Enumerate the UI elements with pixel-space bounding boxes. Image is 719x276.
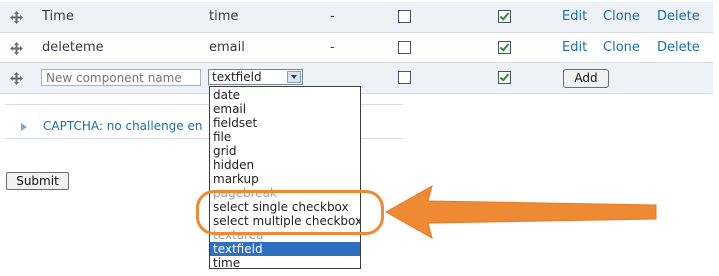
dropdown-option-selected[interactable]: textfield xyxy=(210,242,360,256)
component-type: time xyxy=(209,9,239,24)
captcha-fieldset-legend[interactable]: CAPTCHA: no challenge en xyxy=(43,119,203,133)
clone-link[interactable]: Clone xyxy=(603,33,640,63)
annotation-arrow-icon xyxy=(384,184,657,240)
email-checkbox[interactable] xyxy=(498,10,511,23)
component-type-select-value: textfield xyxy=(212,70,262,84)
component-type: email xyxy=(209,40,245,55)
component-name: Time xyxy=(42,9,74,24)
clone-link[interactable]: Clone xyxy=(603,2,640,32)
mandatory-checkbox[interactable] xyxy=(398,71,411,84)
component-value: - xyxy=(330,40,335,55)
dropdown-option[interactable]: email xyxy=(210,102,360,116)
mandatory-checkbox[interactable] xyxy=(398,10,411,23)
new-component-name-input[interactable] xyxy=(41,69,201,86)
drag-handle-icon[interactable] xyxy=(10,42,23,55)
component-value: - xyxy=(330,9,335,24)
dropdown-option[interactable]: time xyxy=(210,256,360,268)
mandatory-checkbox[interactable] xyxy=(398,41,411,54)
component-type-select[interactable]: textfield xyxy=(208,69,303,85)
email-checkbox[interactable] xyxy=(498,71,511,84)
dropdown-option[interactable]: fieldset xyxy=(210,116,360,130)
expand-arrow-icon[interactable] xyxy=(21,123,27,131)
edit-link[interactable]: Edit xyxy=(562,2,587,32)
annotation-highlight-ring xyxy=(196,190,384,235)
dropdown-option[interactable]: hidden xyxy=(210,158,360,172)
edit-link[interactable]: Edit xyxy=(562,33,587,63)
add-button[interactable]: Add xyxy=(563,69,609,88)
drag-handle-icon[interactable] xyxy=(10,11,23,24)
dropdown-option[interactable]: grid xyxy=(210,144,360,158)
component-name: deleteme xyxy=(42,40,104,55)
delete-link[interactable]: Delete xyxy=(657,33,700,63)
email-checkbox[interactable] xyxy=(498,41,511,54)
component-type-dropdown-list[interactable]: date email fieldset file grid hidden mar… xyxy=(209,86,361,269)
table-row: deleteme email - Edit Clone Delete xyxy=(0,33,713,63)
submit-button[interactable]: Submit xyxy=(6,172,69,190)
chevron-down-icon[interactable] xyxy=(287,71,301,83)
delete-link[interactable]: Delete xyxy=(657,2,700,32)
dropdown-option[interactable]: markup xyxy=(210,172,360,186)
drag-handle-icon[interactable] xyxy=(10,72,23,85)
dropdown-option[interactable]: file xyxy=(210,130,360,144)
dropdown-option[interactable]: date xyxy=(210,88,360,102)
table-row: Time time - Edit Clone Delete xyxy=(0,2,713,32)
